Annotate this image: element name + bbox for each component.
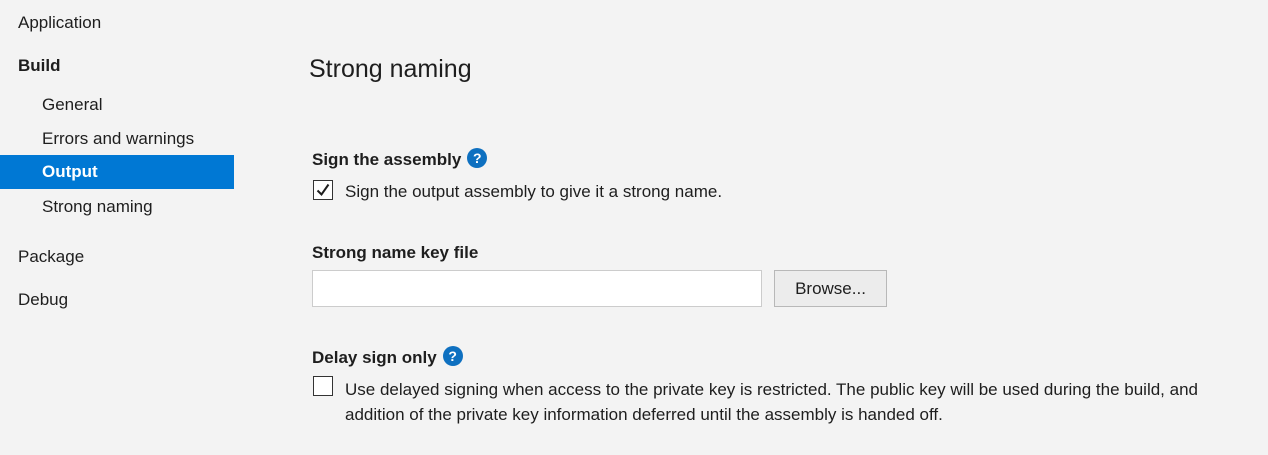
help-icon[interactable]: ? xyxy=(467,148,488,168)
sidebar-item-general[interactable]: General xyxy=(0,88,234,122)
sidebar-item-strong-naming[interactable]: Strong naming xyxy=(0,190,234,224)
sign-assembly-label: Sign the output assembly to give it a st… xyxy=(345,182,723,201)
sign-assembly-heading-text: Sign the assembly xyxy=(312,150,462,169)
key-file-heading: Strong name key file xyxy=(312,243,479,262)
help-icon[interactable]: ? xyxy=(442,346,463,366)
sidebar-item-output[interactable]: Output xyxy=(0,155,234,189)
sidebar-item-package[interactable]: Package xyxy=(0,240,234,274)
browse-button[interactable]: Browse... xyxy=(774,270,887,307)
sidebar-nav: Application Build General Errors and war… xyxy=(0,0,234,455)
sign-assembly-checkbox[interactable] xyxy=(313,180,333,200)
sidebar-item-errors-and-warnings[interactable]: Errors and warnings xyxy=(0,122,234,156)
sign-assembly-heading: Sign the assembly? xyxy=(312,148,488,171)
checkmark-icon xyxy=(316,183,330,197)
sidebar-item-build[interactable]: Build xyxy=(0,49,234,83)
delay-sign-heading-text: Delay sign only xyxy=(312,348,437,367)
key-file-input[interactable] xyxy=(312,270,762,307)
delay-sign-checkbox[interactable] xyxy=(313,376,333,396)
delay-sign-heading: Delay sign only? xyxy=(312,346,463,369)
page-title: Strong naming xyxy=(309,55,472,83)
delay-sign-label: Use delayed signing when access to the p… xyxy=(345,380,1198,424)
sidebar-item-debug[interactable]: Debug xyxy=(0,283,234,317)
sidebar-item-application[interactable]: Application xyxy=(0,6,234,40)
